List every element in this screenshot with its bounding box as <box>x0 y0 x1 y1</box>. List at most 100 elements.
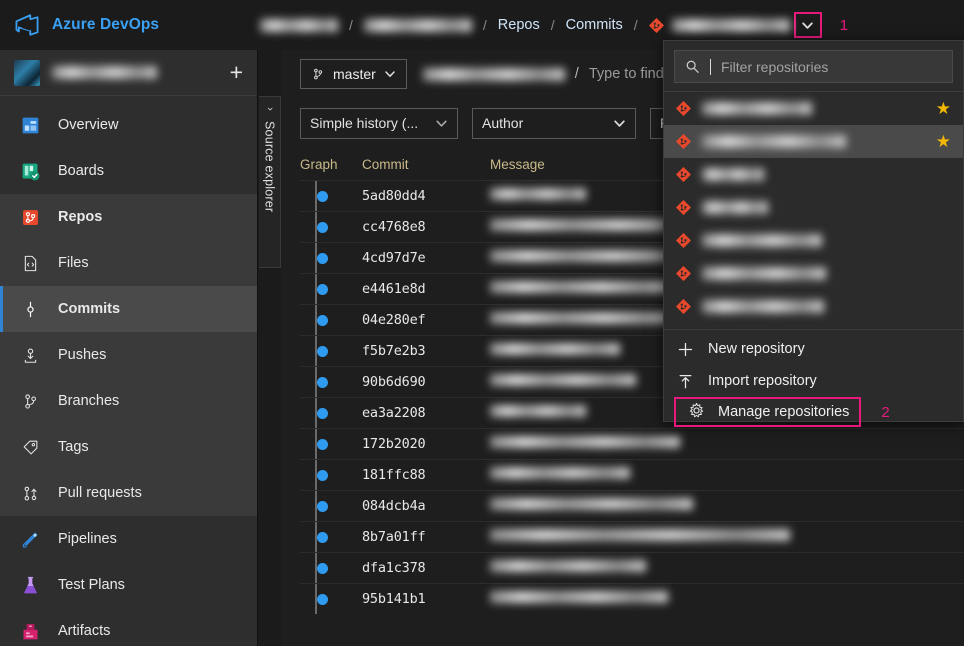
source-explorer-rail[interactable]: › Source explorer <box>259 96 281 268</box>
gear-icon <box>688 402 705 423</box>
sidebar-item-label: Repos <box>58 209 103 225</box>
repos-icon <box>18 205 42 229</box>
commit-message-redacted <box>490 405 586 417</box>
table-row[interactable]: 95b141b1 <box>300 583 964 614</box>
chevron-down-icon <box>802 21 813 29</box>
breadcrumb-org-redacted[interactable] <box>260 18 338 32</box>
breadcrumb-item-commits[interactable]: Commits <box>566 17 623 33</box>
commit-message-cell <box>490 590 964 608</box>
graph-dot <box>317 500 328 512</box>
sidebar-item-label: Test Plans <box>58 577 125 593</box>
project-avatar <box>14 59 40 86</box>
author-dropdown[interactable]: Author <box>472 107 636 139</box>
commit-hash[interactable]: f5b7e2b3 <box>362 343 490 359</box>
graph-dot <box>317 283 328 295</box>
graph-dot <box>317 562 328 574</box>
table-row[interactable]: dfa1c378 <box>300 552 964 583</box>
repository-list-item[interactable] <box>664 158 963 191</box>
sidebar-item-files[interactable]: Files <box>0 240 257 286</box>
table-row[interactable]: 084dcb4a <box>300 490 964 521</box>
repository-list-item[interactable]: ★ <box>664 92 963 125</box>
commit-hash[interactable]: 181ffc88 <box>362 467 490 483</box>
history-mode-dropdown[interactable]: Simple history (... <box>300 107 458 139</box>
repo-dropdown-chevron-button[interactable] <box>793 12 822 38</box>
git-repo-icon <box>676 200 691 215</box>
repository-name-redacted <box>702 201 768 214</box>
graph-dot <box>317 376 328 388</box>
manage-repositories-button[interactable]: Manage repositories <box>674 397 862 427</box>
commit-hash[interactable]: 084dcb4a <box>362 498 490 514</box>
new-repository-button[interactable]: New repository <box>664 333 963 365</box>
filter-repositories-input[interactable]: Filter repositories <box>674 50 953 83</box>
favorite-star-icon[interactable]: ★ <box>936 100 951 117</box>
sidebar-item-boards[interactable]: Boards <box>0 148 257 194</box>
commit-graph-cell <box>300 243 362 273</box>
table-row[interactable]: 172b2020 <box>300 428 964 459</box>
table-row[interactable]: 8b7a01ff <box>300 521 964 552</box>
commit-hash[interactable]: 172b2020 <box>362 436 490 452</box>
repository-list-item[interactable] <box>664 290 963 323</box>
favorite-star-icon[interactable]: ★ <box>936 133 951 150</box>
path-repo-redacted[interactable] <box>422 67 565 81</box>
repository-name-redacted <box>702 267 826 280</box>
table-row[interactable]: 181ffc88 <box>300 459 964 490</box>
breadcrumb-project-redacted[interactable] <box>363 18 472 32</box>
commit-hash[interactable]: e4461e8d <box>362 281 490 297</box>
commit-graph-cell <box>300 491 362 521</box>
sidebar-item-tags[interactable]: Tags <box>0 424 257 470</box>
commit-hash[interactable]: cc4768e8 <box>362 219 490 235</box>
sidebar-item-pipelines[interactable]: Pipelines <box>0 516 257 562</box>
repository-name-redacted <box>702 300 824 313</box>
commit-message-redacted <box>490 591 668 603</box>
sidebar-item-repos[interactable]: Repos <box>0 194 257 240</box>
import-repository-label: Import repository <box>708 373 817 389</box>
repository-list-item[interactable] <box>664 191 963 224</box>
graph-dot <box>317 190 328 202</box>
commit-hash[interactable]: 5ad80dd4 <box>362 188 490 204</box>
commit-hash[interactable]: dfa1c378 <box>362 560 490 576</box>
sidebar-item-label: Overview <box>58 117 119 133</box>
sidebar-item-pushes[interactable]: Pushes <box>0 332 257 378</box>
sidebar-item-overview[interactable]: Overview <box>0 102 257 148</box>
repository-list-item[interactable] <box>664 224 963 257</box>
path-breadcrumb: / Type to find a fil <box>422 66 690 82</box>
commit-hash[interactable]: 8b7a01ff <box>362 529 490 545</box>
chevron-down-icon <box>385 71 395 77</box>
commit-hash[interactable]: 95b141b1 <box>362 591 490 607</box>
repository-list-item[interactable]: ★ <box>664 125 963 158</box>
git-repo-icon <box>676 167 691 182</box>
sidebar-item-branches[interactable]: Branches <box>0 378 257 424</box>
sidebar-nav: Overview Boards Repos Files Commits Push… <box>0 96 257 646</box>
brand[interactable]: Azure DevOps <box>0 12 260 38</box>
project-header[interactable]: + <box>0 50 257 96</box>
sidebar-item-commits[interactable]: Commits <box>0 286 257 332</box>
commit-hash[interactable]: 4cd97d7e <box>362 250 490 266</box>
repository-dropdown-panel: Filter repositories ★ ★ New repository Im… <box>663 40 964 427</box>
repository-list-item[interactable] <box>664 257 963 290</box>
breadcrumb-separator: / <box>349 17 353 33</box>
git-repo-icon <box>676 134 691 149</box>
graph-dot <box>317 407 328 419</box>
graph-dot <box>317 345 328 357</box>
app-window: Azure DevOps / / Repos / Commits / 1 + O… <box>0 0 964 646</box>
add-button[interactable]: + <box>230 61 243 84</box>
commit-message-cell <box>490 528 964 546</box>
commit-hash[interactable]: 90b6d690 <box>362 374 490 390</box>
git-repo-icon <box>676 299 691 314</box>
azure-devops-logo <box>15 14 39 36</box>
sidebar-item-artifacts[interactable]: Artifacts <box>0 608 257 646</box>
boards-icon <box>18 159 42 183</box>
sidebar-item-pull-requests[interactable]: Pull requests <box>0 470 257 516</box>
project-name-redacted <box>52 66 157 79</box>
sidebar-item-test-plans[interactable]: Test Plans <box>0 562 257 608</box>
branch-selector[interactable]: master <box>300 59 407 89</box>
breadcrumb-item-repos[interactable]: Repos <box>498 17 540 33</box>
sidebar-item-label: Commits <box>58 301 121 317</box>
commit-message-redacted <box>490 467 630 479</box>
commit-hash[interactable]: 04e280ef <box>362 312 490 328</box>
commit-hash[interactable]: ea3a2208 <box>362 405 490 421</box>
repository-list: ★ ★ <box>664 92 963 323</box>
import-repository-button[interactable]: Import repository <box>664 365 963 397</box>
breadcrumb-repo-selector[interactable] <box>648 17 790 33</box>
commit-message-redacted <box>490 498 693 510</box>
